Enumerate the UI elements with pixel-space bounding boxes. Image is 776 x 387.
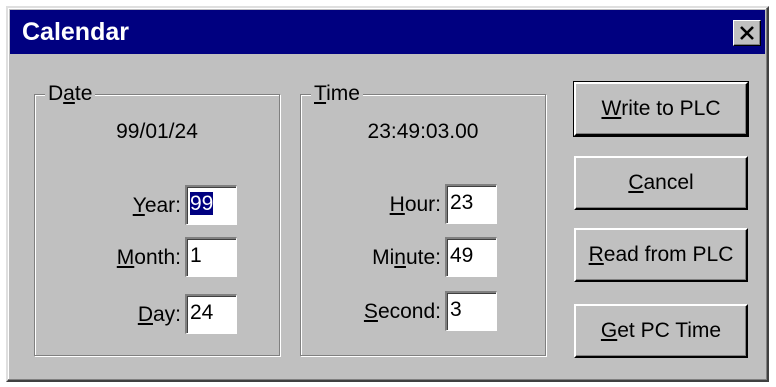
- minute-value: 49: [450, 244, 474, 267]
- time-group-legend: Time: [311, 81, 363, 107]
- hour-label: Hour:: [389, 193, 441, 216]
- second-input[interactable]: 3: [445, 291, 497, 331]
- hour-value: 23: [450, 191, 474, 214]
- cancel-button[interactable]: Cancel: [574, 156, 748, 210]
- year-label: Year:: [132, 194, 181, 217]
- time-readout: 23:49:03.00: [367, 120, 479, 143]
- year-value: 99: [190, 192, 214, 215]
- second-label: Second:: [363, 300, 441, 323]
- month-input[interactable]: 1: [185, 237, 237, 277]
- day-input[interactable]: 24: [185, 294, 237, 334]
- minute-input[interactable]: 49: [445, 237, 497, 277]
- date-group-legend: Date: [45, 81, 96, 107]
- month-label: Month:: [116, 246, 181, 269]
- minute-label: Minute:: [372, 246, 441, 269]
- calendar-dialog: Calendar Date 99/01/24 Year: 99 Month: 1…: [6, 6, 769, 382]
- second-value: 3: [450, 298, 462, 321]
- time-group: Time 23:49:03.00 Hour: 23 Minute: 49 Sec…: [300, 81, 546, 356]
- month-value: 1: [190, 244, 202, 267]
- day-value: 24: [190, 301, 214, 324]
- title-bar[interactable]: Calendar: [10, 10, 765, 54]
- date-readout: 99/01/24: [116, 120, 198, 143]
- window-title: Calendar: [22, 18, 129, 46]
- close-button[interactable]: [733, 20, 761, 46]
- hour-input[interactable]: 23: [445, 184, 497, 224]
- date-group: Date 99/01/24 Year: 99 Month: 1 Day: 24: [34, 81, 280, 356]
- read-from-plc-button[interactable]: Read from PLC: [574, 228, 748, 282]
- year-input[interactable]: 99: [185, 185, 237, 225]
- write-to-plc-button[interactable]: Write to PLC: [573, 81, 749, 137]
- get-pc-time-button[interactable]: Get PC Time: [574, 304, 748, 358]
- day-label: Day:: [137, 303, 181, 326]
- close-icon: [740, 26, 754, 40]
